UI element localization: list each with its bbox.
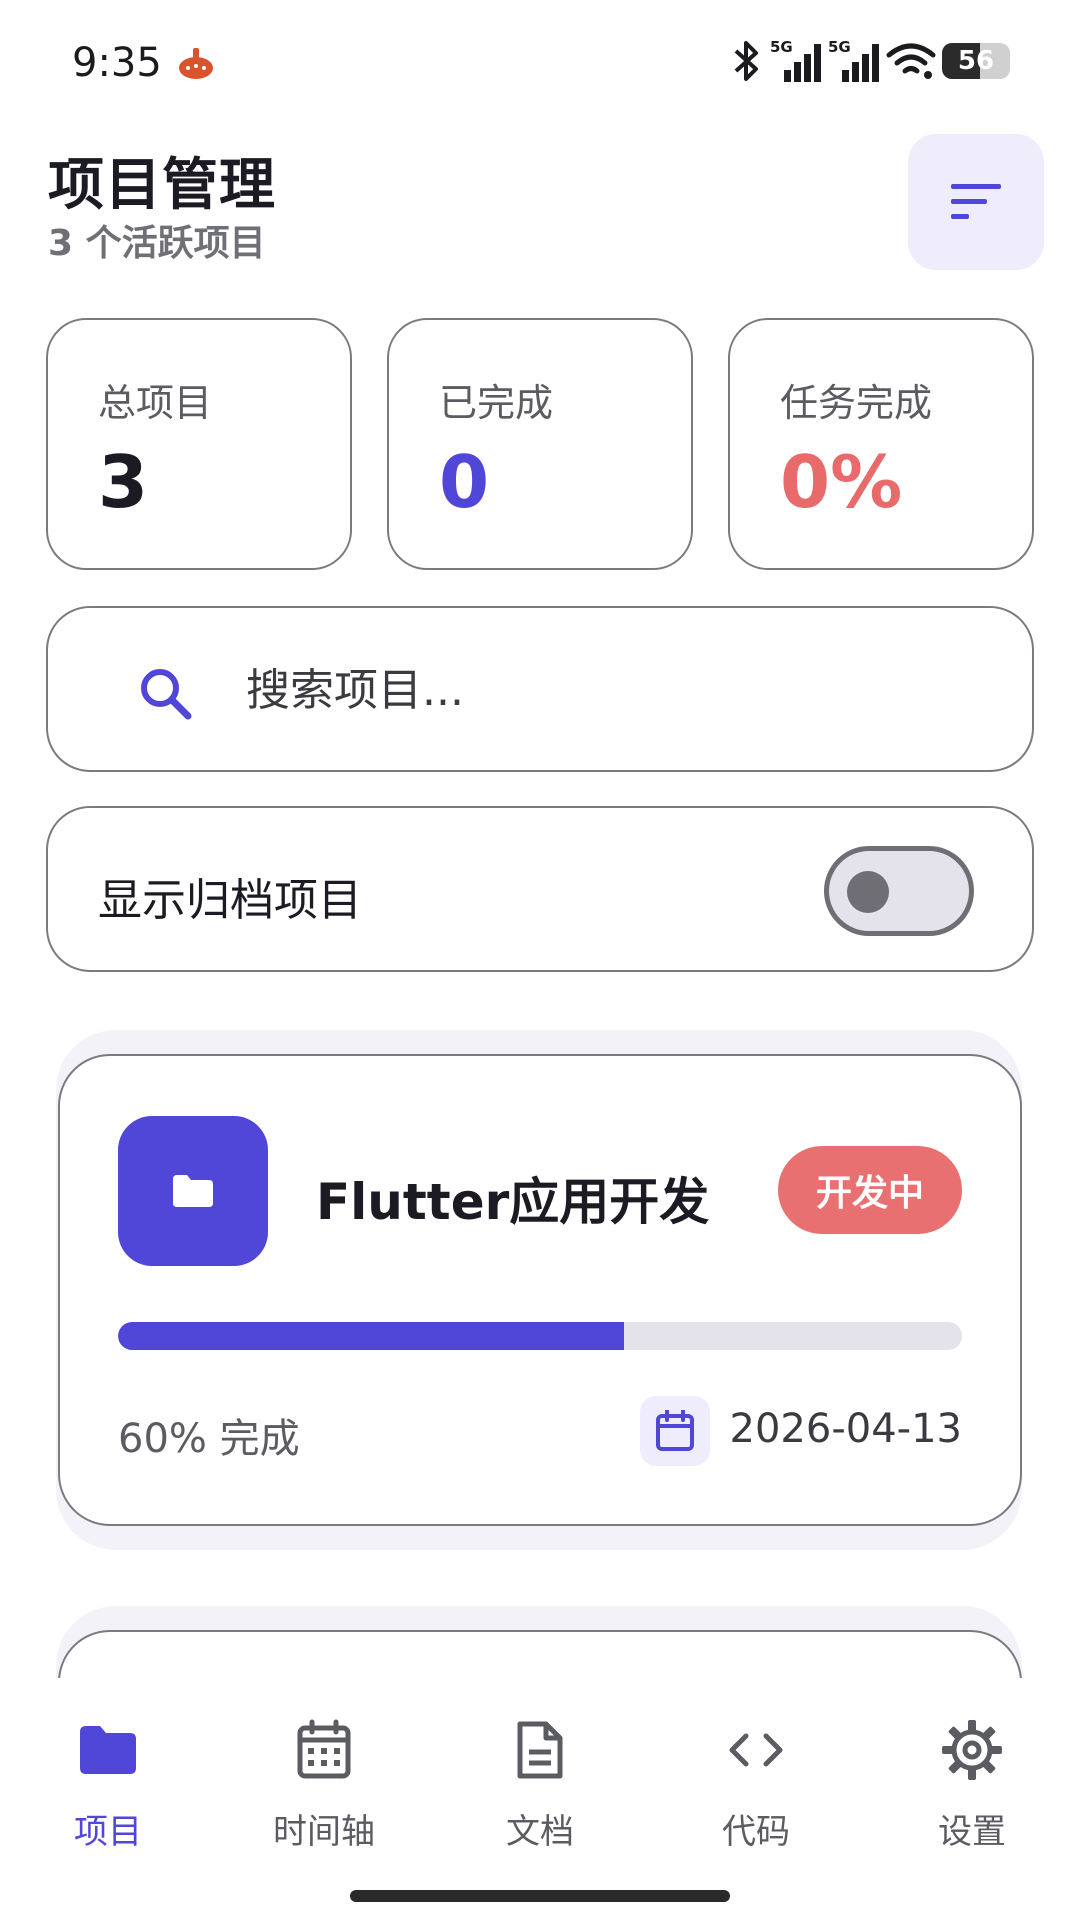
calendar-grid-icon	[297, 1719, 351, 1779]
home-indicator[interactable]	[350, 1890, 730, 1902]
stat-label: 总项目	[98, 381, 213, 425]
toggle-knob	[847, 871, 889, 913]
code-icon	[729, 1733, 783, 1767]
nav-item-settings[interactable]: 设置	[882, 1718, 1062, 1878]
nav-item-timeline[interactable]: 时间轴	[234, 1718, 414, 1878]
project-progress-label: 60% 完成	[118, 1416, 300, 1462]
svg-text:5G: 5G	[828, 38, 851, 56]
status-bar: 9:35 5G 5G 56	[0, 0, 1080, 120]
nav-label: 设置	[938, 1812, 1006, 1852]
show-archived-row[interactable]: 显示归档项目	[46, 806, 1034, 972]
project-progress-fill	[118, 1322, 625, 1350]
project-management-screen: 9:35 5G 5G 56 项目管理 3 个活跃项目 总项目 3 已完成 0 任…	[0, 0, 1080, 1920]
stat-value: 0	[439, 440, 490, 524]
project-card[interactable]: Flutter应用开发 开发中 60% 完成 2026-04-13	[58, 1054, 1022, 1526]
calendar-icon	[656, 1410, 694, 1451]
status-icons: 5G 5G 56	[730, 38, 1010, 84]
search-box[interactable]	[46, 606, 1034, 772]
stat-card-total: 总项目 3	[46, 318, 352, 570]
sort-icon	[951, 184, 1001, 219]
document-icon	[517, 1721, 563, 1779]
calendar-badge	[640, 1396, 710, 1466]
folder-icon	[173, 1175, 213, 1207]
nav-label: 代码	[722, 1812, 790, 1852]
nav-label: 文档	[506, 1812, 574, 1852]
nav-label: 项目	[74, 1812, 142, 1852]
nav-item-code[interactable]: 代码	[666, 1718, 846, 1878]
show-archived-toggle[interactable]	[824, 846, 974, 936]
signal-5g-icon: 5G	[770, 38, 821, 82]
page-subtitle: 3 个活跃项目	[48, 223, 266, 264]
project-folder-badge	[118, 1116, 268, 1266]
show-archived-label: 显示归档项目	[98, 875, 362, 926]
stat-label: 已完成	[439, 381, 554, 425]
project-due-date: 2026-04-13	[729, 1406, 962, 1452]
svg-text:5G: 5G	[770, 38, 793, 56]
project-progress-bar	[118, 1322, 962, 1350]
app-notification-icon	[179, 48, 213, 79]
battery-icon: 56	[942, 43, 1010, 79]
project-title: Flutter应用开发	[316, 1173, 710, 1231]
gear-icon	[942, 1720, 1002, 1780]
battery-level: 56	[957, 46, 995, 76]
signal-5g-icon-2: 5G	[828, 38, 879, 82]
folder-icon	[80, 1726, 136, 1774]
nav-label: 时间轴	[273, 1812, 375, 1852]
stat-label: 任务完成	[780, 381, 933, 425]
sort-button[interactable]	[908, 134, 1044, 270]
project-status-badge: 开发中	[778, 1146, 962, 1234]
search-icon	[141, 669, 192, 720]
nav-item-documents[interactable]: 文档	[450, 1718, 630, 1878]
wifi-icon	[886, 43, 936, 79]
stat-card-completed: 已完成 0	[387, 318, 693, 570]
page-title: 项目管理	[48, 153, 276, 218]
search-input[interactable]	[246, 648, 986, 732]
bottom-navigation: 项目 时间轴 文档 代码 设置	[0, 1678, 1080, 1920]
stat-value: 0%	[780, 440, 903, 524]
nav-item-projects[interactable]: 项目	[18, 1718, 198, 1878]
bluetooth-icon	[734, 41, 758, 81]
stat-value: 3	[98, 440, 149, 524]
stat-card-task-completion: 任务完成 0%	[728, 318, 1034, 570]
status-time: 9:35	[72, 40, 162, 86]
